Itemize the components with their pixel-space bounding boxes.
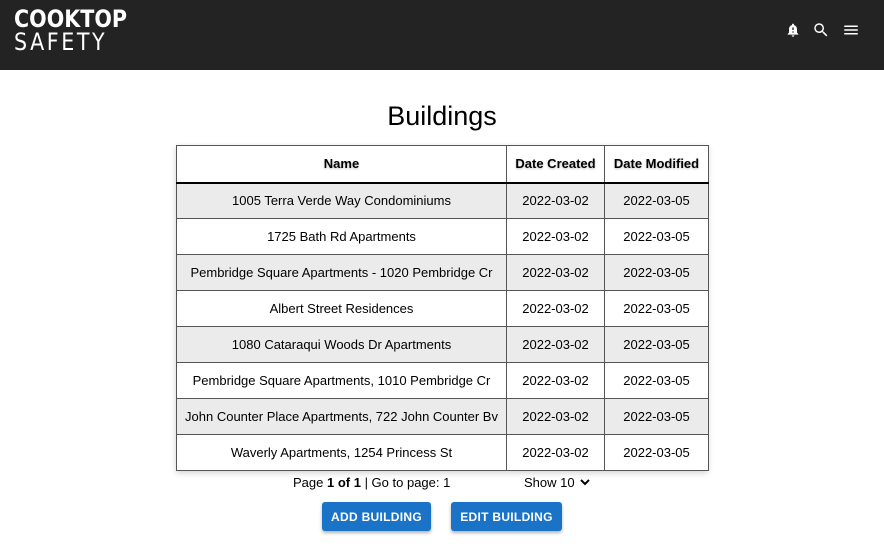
- cell-date-created: 2022-03-02: [506, 434, 605, 471]
- cell-date-created: 2022-03-02: [506, 254, 605, 291]
- table-row[interactable]: Pembridge Square Apartments - 1020 Pembr…: [176, 254, 709, 291]
- goto-page[interactable]: | Go to page: 1: [361, 475, 451, 490]
- cell-date-modified: 2022-03-05: [604, 182, 709, 219]
- table-row[interactable]: 1080 Cataraqui Woods Dr Apartments 2022-…: [176, 326, 709, 363]
- cell-name: Waverly Apartments, 1254 Princess St: [176, 434, 507, 471]
- cell-date-modified: 2022-03-05: [604, 434, 709, 471]
- table-row[interactable]: Pembridge Square Apartments, 1010 Pembri…: [176, 362, 709, 399]
- page-prefix: Page: [293, 475, 327, 490]
- cell-date-modified: 2022-03-05: [604, 398, 709, 435]
- logo-line-2: SAFETY: [14, 28, 108, 56]
- cell-name: Pembridge Square Apartments, 1010 Pembri…: [176, 362, 507, 399]
- page-current: 1 of 1: [326, 475, 361, 490]
- cell-date-created: 2022-03-02: [506, 218, 605, 255]
- cell-date-created: 2022-03-02: [506, 398, 605, 435]
- table-row[interactable]: Albert Street Residences 2022-03-02 2022…: [176, 290, 709, 327]
- cell-name: 1005 Terra Verde Way Condominiums: [176, 182, 507, 219]
- column-header-date-modified[interactable]: Date Modified: [604, 145, 709, 184]
- cell-name: 1080 Cataraqui Woods Dr Apartments: [176, 326, 507, 363]
- cell-date-created: 2022-03-02: [506, 362, 605, 399]
- buildings-table: Name Date Created Date Modified 1005 Ter…: [176, 145, 709, 471]
- chevron-down-icon: [579, 479, 590, 486]
- top-app-bar: COOKTOP SAFETY: [0, 0, 884, 70]
- cooktop-safety-logo[interactable]: COOKTOP SAFETY: [14, 7, 145, 56]
- cell-name: Albert Street Residences: [176, 290, 507, 327]
- table-header-row: Name Date Created Date Modified: [176, 145, 709, 184]
- cell-date-modified: 2022-03-05: [604, 254, 709, 291]
- cell-name: 1725 Bath Rd Apartments: [176, 218, 507, 255]
- column-header-name[interactable]: Name: [176, 145, 507, 184]
- page-size-label: Show 10: [524, 475, 575, 490]
- cell-date-modified: 2022-03-05: [604, 362, 709, 399]
- cell-date-modified: 2022-03-05: [604, 218, 709, 255]
- cell-date-modified: 2022-03-05: [604, 326, 709, 363]
- table-row[interactable]: John Counter Place Apartments, 722 John …: [176, 398, 709, 435]
- cell-name: Pembridge Square Apartments - 1020 Pembr…: [176, 254, 507, 291]
- edit-building-button[interactable]: EDIT BUILDING: [451, 502, 562, 531]
- column-header-date-created[interactable]: Date Created: [506, 145, 605, 184]
- cell-date-created: 2022-03-02: [506, 326, 605, 363]
- table-row[interactable]: 1725 Bath Rd Apartments 2022-03-02 2022-…: [176, 218, 709, 255]
- cell-name: John Counter Place Apartments, 722 John …: [176, 398, 507, 435]
- menu-icon[interactable]: [840, 19, 862, 41]
- cell-date-created: 2022-03-02: [506, 290, 605, 327]
- table-row[interactable]: Waverly Apartments, 1254 Princess St 202…: [176, 434, 709, 471]
- cell-date-created: 2022-03-02: [506, 182, 605, 219]
- pagination-info: Page 1 of 1 | Go to page: 1: [293, 475, 450, 490]
- table-row[interactable]: 1005 Terra Verde Way Condominiums 2022-0…: [176, 182, 709, 219]
- add-building-button[interactable]: ADD BUILDING: [322, 502, 431, 531]
- page-title: Buildings: [387, 101, 497, 131]
- page-size-select[interactable]: Show 10: [524, 475, 590, 490]
- cell-date-modified: 2022-03-05: [604, 290, 709, 327]
- search-icon[interactable]: [810, 19, 832, 41]
- alert-icon[interactable]: [782, 19, 804, 41]
